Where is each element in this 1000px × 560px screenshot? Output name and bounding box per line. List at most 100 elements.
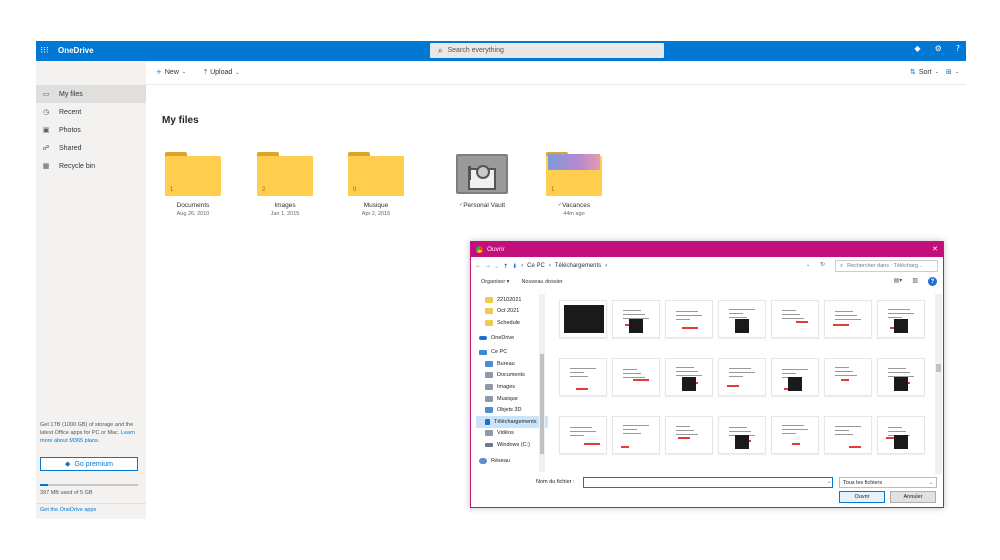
tree-item[interactable]: Vidéos [476,428,548,440]
go-premium-button[interactable]: ◆ Go premium [40,457,138,471]
dialog-search-input[interactable]: ⌕ Rechercher dans : Télécharg... [835,260,938,272]
search-box[interactable]: ⌕ Search everything [430,43,664,58]
thumbnail-accent [841,379,849,381]
top-bar: ⁝⁝⁝ OneDrive ⌕ Search everything ◆ ⚙ ? [36,41,966,61]
thumbnail-line [623,377,645,378]
cloud-icon [479,335,487,340]
file-thumbnail[interactable] [559,300,607,338]
tree-item[interactable]: Objets 3D [476,404,548,416]
nav-item-my-files[interactable]: ▭ My files [36,85,146,103]
grid-scrollbar[interactable] [935,294,942,474]
view-toggle-button[interactable]: ⊞ ⌄ [946,68,959,76]
waffle-icon[interactable]: ⁝⁝⁝ [36,41,53,61]
file-thumbnail-grid [559,300,929,478]
file-thumbnail[interactable] [665,358,713,396]
file-thumbnail[interactable] [718,300,766,338]
nav-item-photos[interactable]: ▣ Photos [36,121,146,139]
tree-item[interactable]: Documents [476,370,548,382]
file-thumbnail[interactable] [559,358,607,396]
nav-item-label: Recent [59,108,82,116]
nav-item-shared[interactable]: ☍ Shared [36,139,146,157]
preview-pane-icon[interactable]: ▥ [912,277,918,286]
folder-tile-images[interactable]: 2 Images Jan 1, 2015 [240,150,330,217]
folder-tile-documents[interactable]: 1 Documents Aug 26, 2010 [148,150,238,217]
file-thumbnail[interactable] [771,416,819,454]
thumbnail-line [835,434,853,435]
thumbnail-line [888,427,902,428]
help-icon[interactable]: ? [928,277,937,286]
refresh-icon[interactable]: ↻ [820,261,825,268]
chevron-down-icon[interactable]: ⌄ [827,479,831,485]
tree-item-downloads[interactable]: Téléchargements [476,415,548,428]
folder-count: 1 [551,187,555,193]
tree-item-onedrive[interactable]: OneDrive [476,332,548,344]
organize-menu[interactable]: Organiser ▾ [481,279,509,285]
app-title[interactable]: OneDrive [58,46,94,55]
file-thumbnail[interactable] [824,300,872,338]
tree-item-ce-pc[interactable]: Ce PC [476,346,548,358]
file-thumbnail[interactable] [877,300,925,338]
file-thumbnail[interactable] [877,416,925,454]
tree-item[interactable]: Musique [476,393,548,405]
view-options-icon[interactable]: ▤▾ [894,277,903,286]
new-button[interactable]: + New ⌄ [156,68,186,76]
tree-scrollbar-thumb[interactable] [540,354,544,454]
tree-item[interactable]: Windows (C:) [476,439,548,451]
personal-vault-tile[interactable]: ✓Personal Vault [437,150,527,211]
tree-item[interactable]: Bureau [476,358,548,370]
up-arrow-icon[interactable]: ↑ [503,263,508,270]
thumbnail-accent [796,321,808,323]
breadcrumb-downloads[interactable]: Téléchargements [555,263,601,269]
nav-item-recent[interactable]: ◷ Recent [36,103,146,121]
search-input[interactable]: Search everything [447,47,503,54]
sort-button[interactable]: ⇅ Sort ⌄ [910,68,939,76]
thumbnail-line [835,367,849,368]
file-thumbnail[interactable] [824,416,872,454]
tree-item-network[interactable]: Réseau [476,455,548,467]
grid-scrollbar-thumb[interactable] [936,364,941,372]
tree-item[interactable]: Schedule [476,317,548,329]
upload-button[interactable]: ⤒ Upload ⌄ [204,68,240,77]
file-thumbnail[interactable] [718,358,766,396]
help-icon[interactable]: ? [956,44,960,53]
chevron-down-icon[interactable]: ⌄ [494,263,499,270]
file-thumbnail[interactable] [877,358,925,396]
file-thumbnail[interactable] [559,416,607,454]
folder-tile-musique[interactable]: 0 Musique Apr 2, 2015 [331,150,421,217]
file-thumbnail[interactable] [665,416,713,454]
address-dropdown-icon[interactable]: ⌄ [806,262,810,268]
filename-input[interactable] [583,477,833,488]
gear-icon[interactable]: ⚙ [935,44,942,53]
tile-name[interactable]: ✓Personal Vault [437,202,527,209]
premium-diamond-icon[interactable]: ◆ [914,44,920,53]
file-thumbnail[interactable] [771,300,819,338]
tile-date: Jan 1, 2015 [270,211,300,217]
file-thumbnail[interactable] [771,358,819,396]
file-thumbnail[interactable] [612,358,660,396]
file-thumbnail[interactable] [665,300,713,338]
tile-name[interactable]: Musique [331,202,421,209]
folder-tile-vacances[interactable]: 1 ✓Vacances 44m ago [529,150,619,217]
new-folder-button[interactable]: Nouveau dossier [521,279,562,285]
tile-name[interactable]: ✓Vacances [529,202,619,209]
file-thumbnail[interactable] [612,416,660,454]
file-thumbnail[interactable] [824,358,872,396]
cancel-button[interactable]: Annuler [890,491,936,503]
file-thumbnail[interactable] [718,416,766,454]
tree-item[interactable]: Images [476,381,548,393]
file-type-select[interactable]: Tous les fichiers ⌄ [839,477,937,488]
storage-text[interactable]: 397 MB used of 5 GB [40,490,93,496]
file-thumbnail[interactable] [612,300,660,338]
nav-item-recycle-bin[interactable]: ▦ Recycle bin [36,157,146,175]
tile-name[interactable]: Documents [148,202,238,209]
back-arrow-icon[interactable]: ← [476,263,481,270]
tree-item[interactable]: Oct 2021 [476,306,548,318]
breadcrumb-ce-pc[interactable]: Ce PC [527,263,545,269]
thumbnail-line [676,367,694,368]
open-button[interactable]: Ouvrir [839,491,885,503]
tile-name[interactable]: Images [240,202,330,209]
tree-item[interactable]: 22102021 [476,294,548,306]
close-icon[interactable]: ✕ [932,245,938,253]
get-apps-link[interactable]: Get the OneDrive apps [40,507,96,513]
forward-arrow-icon[interactable]: → [485,263,490,270]
